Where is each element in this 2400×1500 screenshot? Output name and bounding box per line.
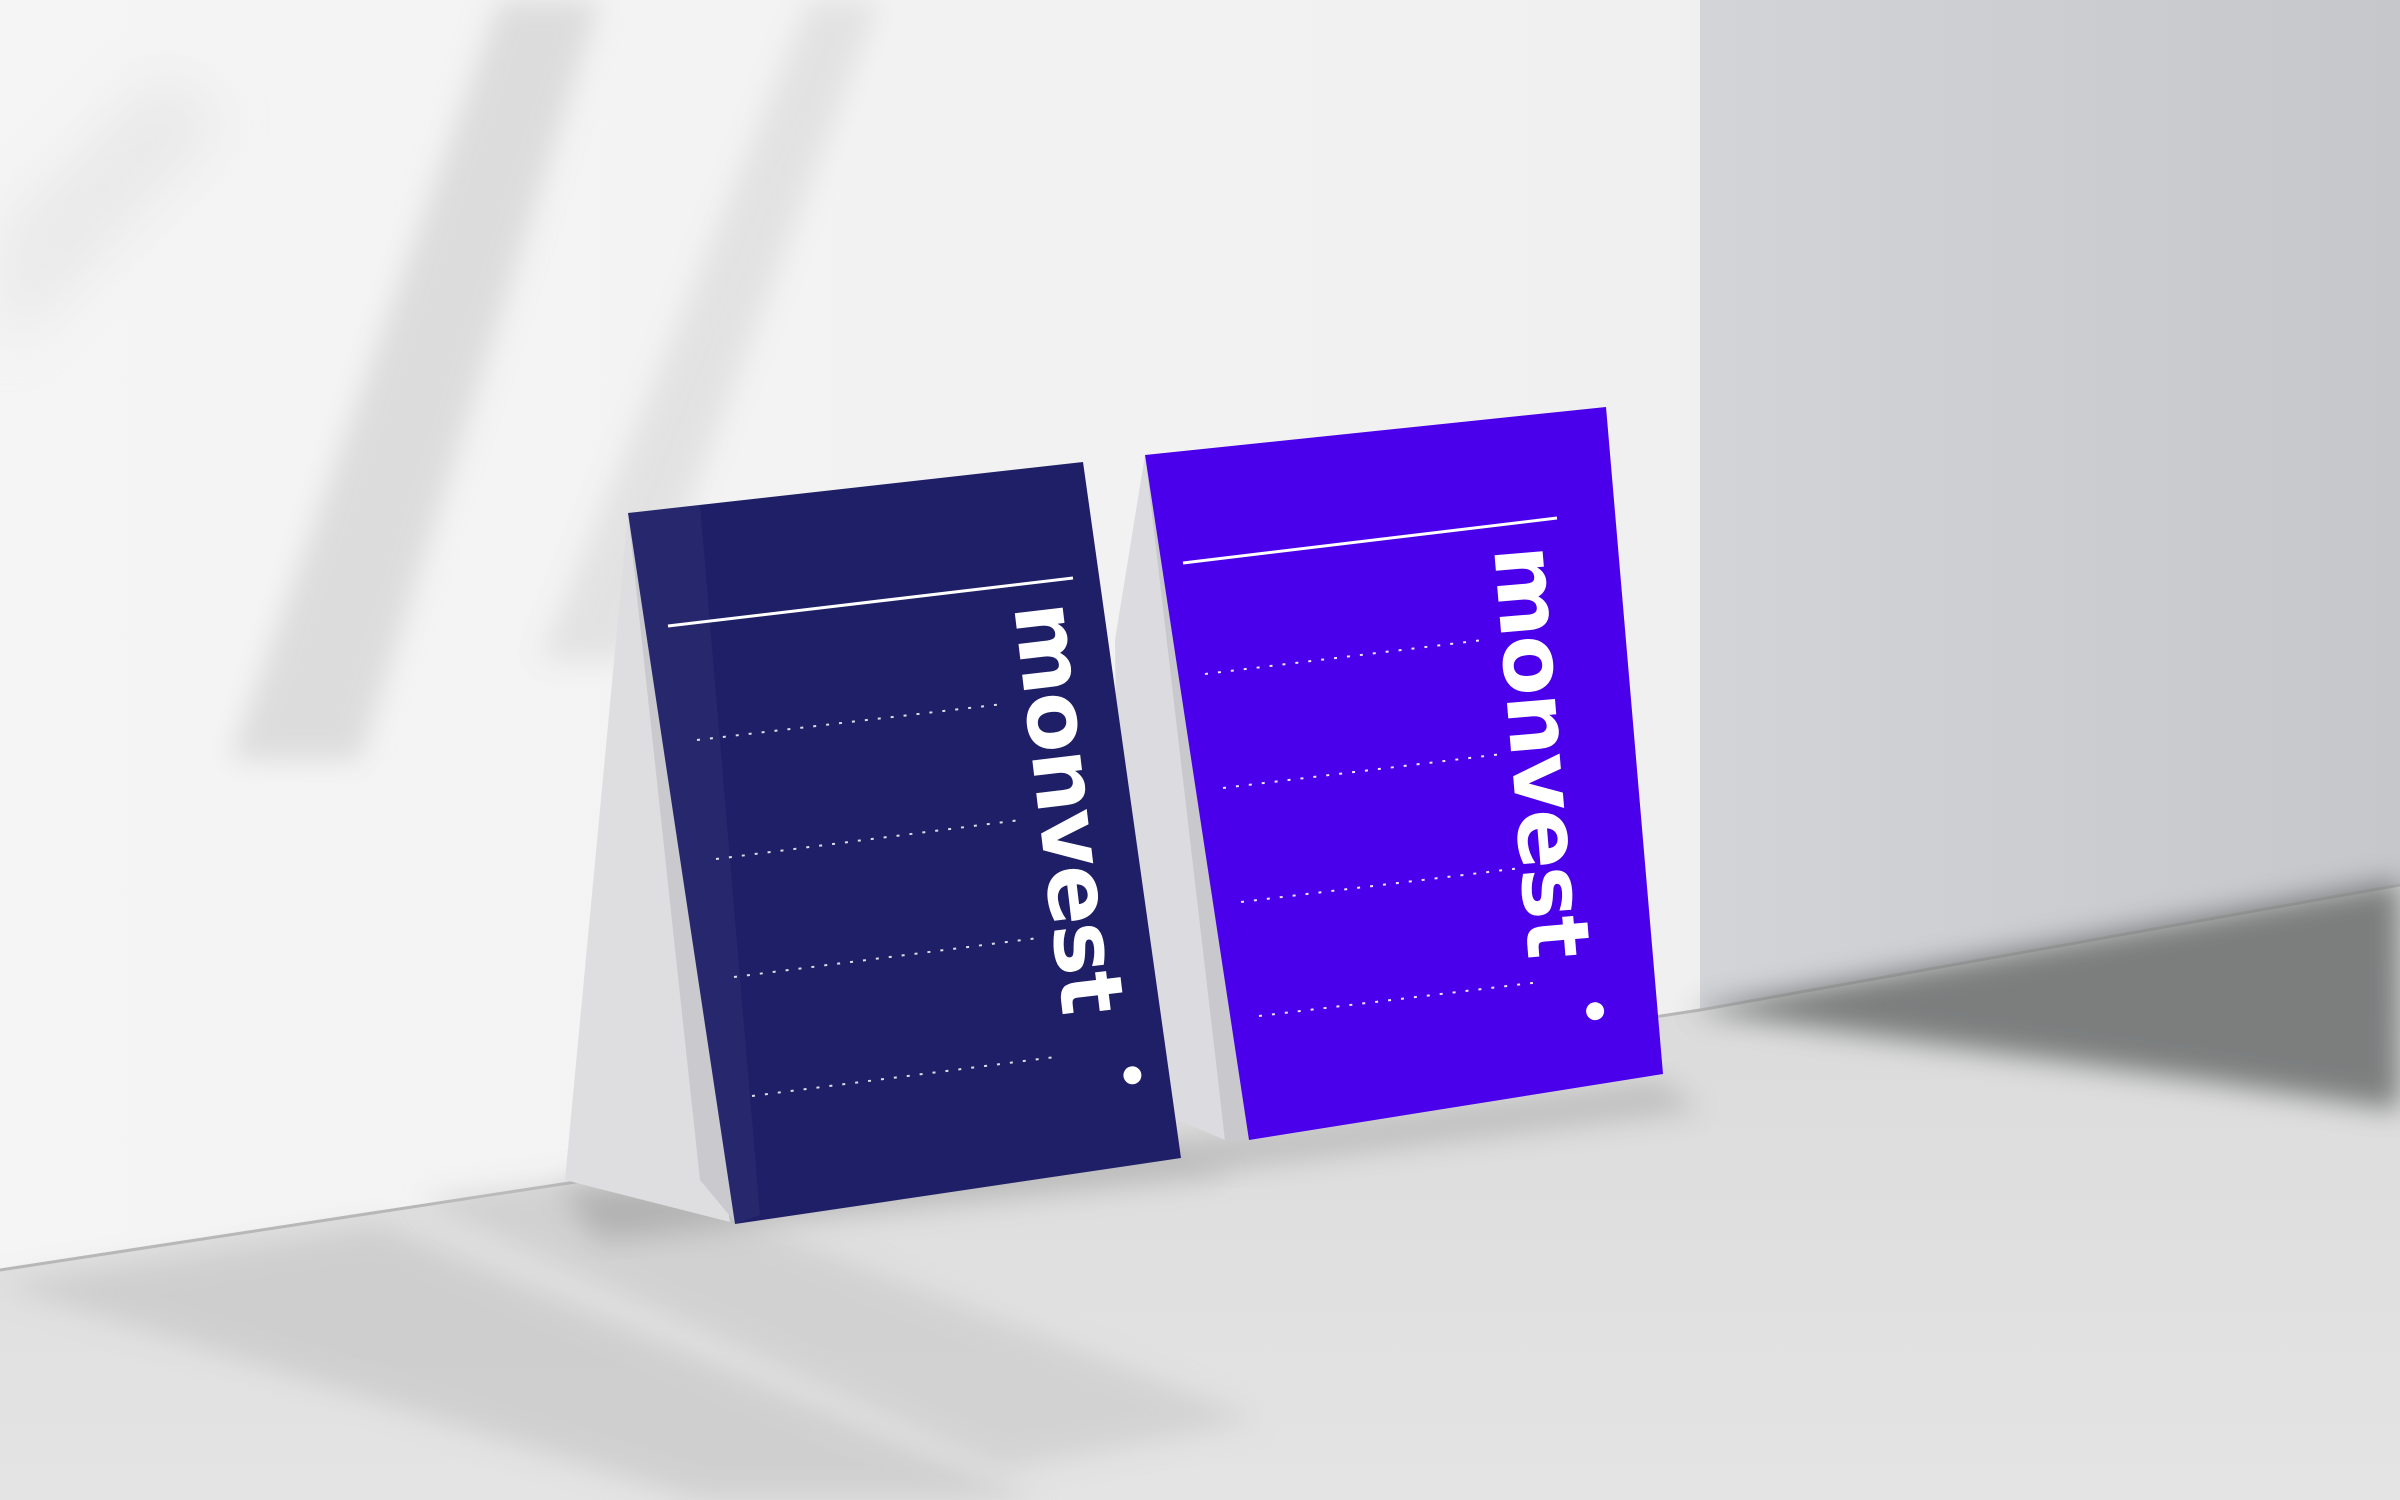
product-mockup-scene: monvest monvest [0,0,2400,1500]
scene-svg: monvest monvest [0,0,2400,1500]
violet-tent-card: monvest [1115,407,1663,1140]
wall-right-shadow [1700,0,2400,1010]
